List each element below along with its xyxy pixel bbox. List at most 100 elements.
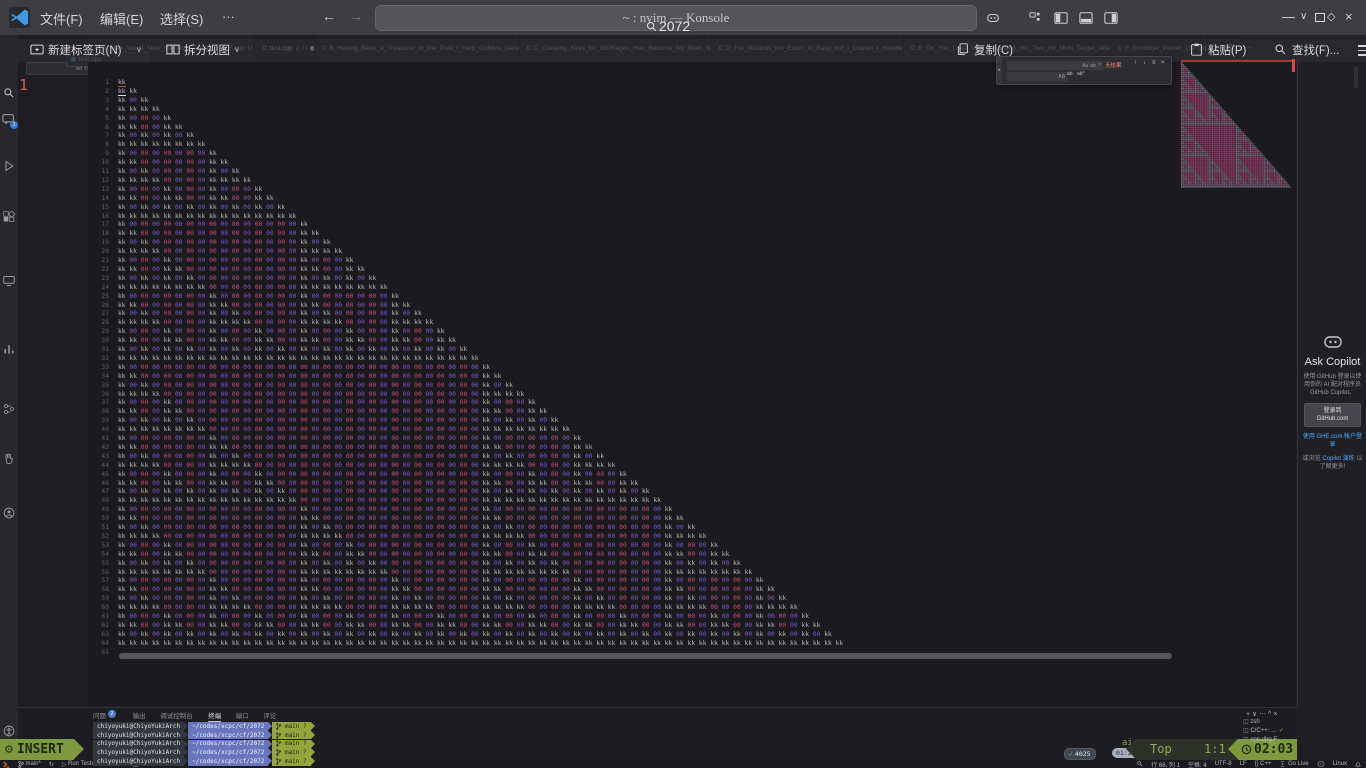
hamburger-menu-icon[interactable]	[1358, 45, 1366, 56]
match-case-icon[interactable]: Aa	[1082, 63, 1088, 69]
customize-layout-icon[interactable]	[1029, 11, 1043, 25]
code-line: 64kk kk kk kk kk kk kk kk kk kk kk kk kk…	[88, 640, 1296, 649]
horizontal-scrollbar[interactable]	[119, 653, 1172, 659]
panel-tab[interactable]: 终端	[208, 710, 221, 722]
copilot-icon[interactable]	[986, 11, 1000, 25]
find-collapse-icon[interactable]: ▸	[997, 57, 1002, 84]
window-close-button[interactable]: ×	[1345, 9, 1353, 24]
replace-all-icon[interactable]: ab*	[1077, 71, 1085, 77]
window-chevron-icon[interactable]: ∨	[1300, 11, 1307, 22]
find-next-icon[interactable]: ↓	[1143, 60, 1146, 66]
statusbar-encoding[interactable]: UTF-8	[1215, 761, 1232, 767]
code-line: 42kk kk 00 00 00 00 00 00 kk kk 00 00 00…	[88, 444, 1296, 453]
find-icon[interactable]	[1274, 43, 1287, 56]
chart-view-icon[interactable]	[3, 343, 15, 355]
statusbar-cursor-position[interactable]: 行 66, 列 1	[1151, 760, 1180, 768]
replace-input[interactable]: AB	[1006, 71, 1068, 82]
menu-file[interactable]: 文件(F)	[40, 9, 83, 28]
preserve-case-icon[interactable]: AB	[1058, 74, 1065, 80]
line-number: 14	[88, 195, 109, 204]
find-button[interactable]: 查找(F)...	[1292, 42, 1339, 58]
prompt-git-branch: main ?	[272, 722, 310, 731]
statusbar-remote[interactable]	[3, 761, 10, 768]
toggle-sidebar-right-icon[interactable]	[1104, 11, 1118, 25]
statusbar-language[interactable]: {}C++	[1255, 761, 1272, 767]
terminal-list-item[interactable]: ◫ C/C++: … ✓	[1243, 727, 1284, 734]
find-prev-icon[interactable]: ↑	[1134, 60, 1137, 66]
new-tab-icon[interactable]	[30, 43, 44, 56]
statusbar-eol[interactable]: LF	[1240, 761, 1247, 767]
paste-icon[interactable]	[1190, 43, 1203, 56]
chat-view-icon[interactable]: 1	[2, 113, 15, 126]
search-view-icon[interactable]	[3, 87, 15, 99]
minimap[interactable]	[1181, 62, 1293, 189]
run-debug-view-icon[interactable]	[3, 160, 15, 172]
code-text: kk 00 kk 00 kk 00 kk 00 00 00 00 00 00 0…	[118, 417, 558, 426]
toggle-panel-icon[interactable]	[1079, 11, 1093, 25]
code-text: kk 00 00 00 00 00 00 00 kk 00 00 00 00 0…	[118, 435, 581, 444]
prompt-path: ~/codes/xcpc/cf/2072	[188, 757, 268, 766]
statusbar-sync[interactable]: ↻	[49, 761, 54, 768]
terminal-list-item[interactable]: ◫ cpp.dbg.F	[1243, 736, 1277, 743]
code-line: 16kk kk kk kk kk kk kk kk kk kk kk kk kk…	[88, 213, 1296, 222]
nav-forward-icon[interactable]: →	[349, 8, 363, 24]
terminal-icon: ◫	[1243, 737, 1249, 743]
copy-icon[interactable]	[956, 43, 969, 56]
accessibility-icon[interactable]	[3, 725, 15, 737]
regex-icon[interactable]: .*	[1098, 63, 1101, 69]
panel-tab[interactable]: 输出	[133, 710, 146, 720]
github-signin-button[interactable]: 登录到 GitHub.com	[1304, 403, 1361, 427]
find-in-selection-icon[interactable]: ≡	[1152, 60, 1156, 66]
line-number: 4	[88, 106, 109, 115]
statusbar-label: 空格: 4	[1188, 760, 1207, 768]
line-number: 65	[88, 649, 109, 658]
code-text: kk kk kk kk kk kk kk kk kk kk kk kk kk k…	[118, 497, 661, 506]
paste-button[interactable]: 粘贴(P)	[1208, 42, 1246, 58]
terminal-editor-area[interactable]: 1kk2kk kk3kk 00 kk4kk kk kk kk5kk 00 00 …	[88, 62, 1296, 707]
new-tab-chevron-icon[interactable]: ∨	[136, 45, 142, 54]
toggle-sidebar-left-icon[interactable]	[1054, 11, 1068, 25]
window-minimize-button[interactable]: —	[1282, 9, 1295, 24]
walkthrough-link[interactable]: Copilot 演练	[1322, 456, 1354, 462]
code-line: 59kk 00 kk 00 00 00 00 00 kk 00 kk 00 00…	[88, 595, 1296, 604]
remote-explorer-icon[interactable]	[3, 275, 15, 287]
panel-tab[interactable]: 端口	[236, 710, 249, 720]
split-view-chevron-icon[interactable]: ∨	[234, 45, 240, 54]
remote-icon	[3, 761, 10, 768]
menu-edit[interactable]: 编辑(E)	[100, 9, 143, 28]
split-view-icon[interactable]	[166, 43, 180, 56]
references-view-icon[interactable]	[3, 403, 15, 415]
statusbar-indentation[interactable]: 空格: 4	[1188, 760, 1207, 768]
statusbar-bell[interactable]	[1355, 761, 1361, 768]
replace-one-icon[interactable]: ab	[1067, 71, 1073, 77]
menu-select[interactable]: 选择(S)	[160, 9, 203, 28]
whole-word-icon[interactable]: ab	[1090, 63, 1096, 69]
statusbar-copilot[interactable]	[1317, 761, 1325, 767]
window-restore-button[interactable]	[1315, 13, 1325, 22]
panel-scrollbar-thumb[interactable]	[1354, 66, 1358, 88]
copilot-large-icon	[1323, 334, 1343, 350]
statusbar-search[interactable]	[1137, 761, 1143, 767]
new-tab-button[interactable]: 新建标签页(N)	[48, 42, 121, 58]
extensions-view-icon[interactable]	[3, 211, 15, 223]
panel-tab[interactable]: 调试控制台	[160, 710, 193, 720]
window-diamond-icon[interactable]: ◇	[1327, 10, 1335, 23]
command-center[interactable]: ~ : nvim — Konsole 2072	[375, 5, 977, 31]
panel-tab[interactable]: 问题2	[93, 710, 116, 720]
statusbar-git-branch[interactable]: main*	[18, 761, 41, 768]
panel-tab[interactable]: 评论	[263, 710, 276, 720]
split-view-button[interactable]: 拆分视图	[184, 42, 230, 58]
statusbar-go-live[interactable]: Go Live	[1279, 761, 1308, 767]
statusbar-os[interactable]: Linux	[1333, 761, 1347, 767]
hand-tool-icon[interactable]	[3, 453, 15, 465]
terminal-list-item[interactable]: ◫ zsh	[1243, 718, 1260, 725]
account-icon[interactable]	[3, 507, 15, 519]
find-close-icon[interactable]: ×	[1161, 60, 1165, 66]
find-input[interactable]: Aa ab .*	[1006, 60, 1104, 71]
nav-back-icon[interactable]: ←	[322, 8, 336, 24]
menu-more[interactable]: ···	[222, 9, 235, 24]
ghe-signin-link[interactable]: 使用 GHE.com 帐户登录	[1302, 433, 1363, 449]
terminal-panel-toolbar[interactable]: + ∨ ⋯ ^ ×	[1246, 710, 1277, 718]
prompt-git-branch: main ?	[272, 757, 310, 766]
line-number: 63	[88, 631, 109, 640]
